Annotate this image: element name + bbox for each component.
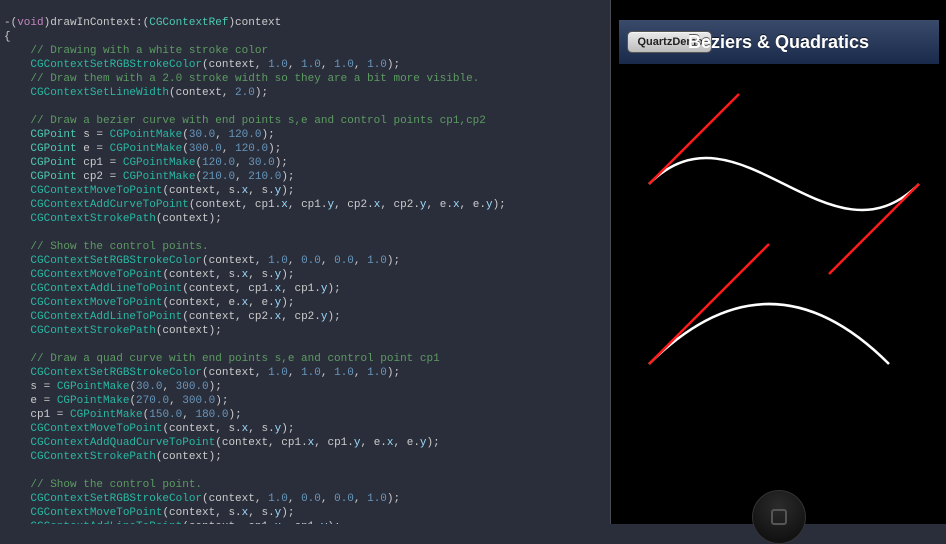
cubic-bezier-curve [649,158,919,210]
comment: // Draw a quad curve with end points s,e… [30,353,439,365]
device-frame: QuartzDemo Beziers & Quadratics [619,0,939,484]
comment: // Show the control point. [30,479,202,491]
simulator-pane: QuartzDemo Beziers & Quadratics [610,0,946,524]
home-button[interactable] [752,490,806,544]
control-line [649,244,769,364]
comment: // Drawing with a white stroke color [30,45,268,57]
code-editor[interactable]: -(void)drawInContext:(CGContextRef)conte… [0,0,610,524]
control-line [829,184,919,274]
comment: // Draw a bezier curve with end points s… [30,115,485,127]
nav-bar: QuartzDemo Beziers & Quadratics [619,20,939,64]
control-line [649,94,739,184]
home-icon [771,509,787,525]
back-button[interactable]: QuartzDemo [627,31,712,53]
drawing-canvas [619,64,939,484]
quad-bezier-curve [649,304,889,364]
code: -( [4,17,17,29]
bezier-render [619,64,939,484]
comment: // Draw them with a 2.0 stroke width so … [30,73,479,85]
comment: // Show the control points. [30,241,208,253]
function-call: CGContextSetRGBStrokeColor [30,59,202,71]
status-bar [619,0,939,20]
home-button-area [611,490,946,544]
